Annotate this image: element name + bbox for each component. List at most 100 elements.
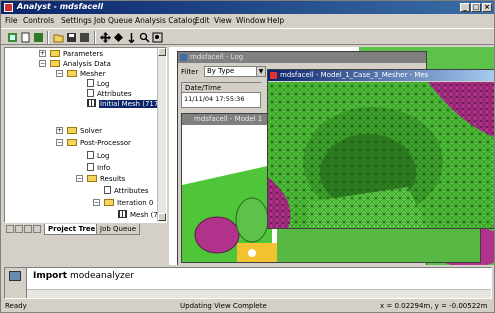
app-icon [4,3,13,12]
command-scrollbar[interactable] [27,289,491,298]
command-keyword: Import [33,271,68,281]
tree-item-results[interactable]: − Results [76,174,126,184]
save-icon[interactable] [66,32,77,43]
mdi-area: mdsfacell - Log Filter By Type ▼ Date/Ti… [169,47,494,265]
application-window: Analyst - mdsfacell _ □ × File Controls … [0,0,495,313]
window-title: Analyst - mdsfacell [17,2,104,11]
tree-item-analysis-data[interactable]: − Analysis Data [39,59,111,69]
tree-label: Log [97,80,110,88]
tree-label: Mesh (7 [130,211,158,219]
tree-item-pp-log[interactable]: Log [87,151,110,161]
tab-project-tree[interactable]: Project Tree [44,224,100,235]
minimize-button[interactable]: _ [460,3,470,12]
menu-analysis-catalog[interactable]: Analysis Catalog [135,16,197,25]
tree-label: Info [97,164,111,172]
tab-job-queue[interactable]: Job Queue [96,224,141,235]
tree-label: Iteration 0 [117,199,154,207]
menu-settings[interactable]: Settings [61,16,92,25]
tree-item-initial-mesh[interactable]: Initial Mesh (717 [87,99,160,109]
tree-item-iteration[interactable]: − Iteration 0 [93,198,154,208]
toolbar [1,28,494,45]
document-icon [87,89,94,97]
menu-edit[interactable]: Edit [195,16,210,25]
log-row[interactable]: 11/11/04 17:55:36 [184,95,244,103]
scroll-down-icon[interactable] [158,213,166,221]
tree-item-pp-info[interactable]: Info [87,163,110,173]
tree-label: Attributes [97,90,132,98]
mesh-icon [87,99,96,107]
command-line[interactable]: Import modeanalyzer [33,271,134,281]
rotate-icon[interactable] [113,32,124,43]
tree-scrollbar[interactable] [157,48,166,222]
document-icon [87,79,94,87]
document-icon [87,163,94,171]
tree-item-mesher[interactable]: − Mesher [56,69,106,79]
tab-prev-icon[interactable] [15,225,23,233]
tree-item-parameters[interactable]: + Parameters [39,49,104,59]
tree-label: Analysis Data [63,60,111,68]
tree-icon[interactable] [7,32,18,43]
move-icon[interactable] [100,32,111,43]
close-button[interactable]: × [482,3,492,12]
tree-item-res-attributes[interactable]: Attributes [104,186,149,196]
document-icon [104,186,111,194]
log-list[interactable]: Date/Time 11/11/04 17:55:36 [181,82,261,108]
tree-label: Initial Mesh (717 [99,100,160,108]
folder-icon [104,199,114,206]
log-window-title[interactable]: mdsfacell - Log [178,52,426,63]
panel-tabs: Project Tree Job Queue [4,224,167,236]
mesher-window-title[interactable]: mdsfacell - Model_1_Case_3_Mesher - Mes [268,70,494,81]
menu-job-queue[interactable]: Job Queue [94,16,133,25]
zoom-window-icon[interactable] [152,32,163,43]
tab-last-icon[interactable] [33,225,41,233]
tab-next-icon[interactable] [24,225,32,233]
filter-label: Filter [181,68,199,76]
tree-label: Solver [80,127,102,135]
folder-icon [67,70,77,77]
mesher-title-text: mdsfacell - Model_1_Case_3_Mesher - Mes [280,71,429,79]
mesher-3d-view[interactable] [268,82,494,229]
scroll-up-icon[interactable] [158,48,166,56]
mesh-icon [118,210,127,218]
menu-controls[interactable]: Controls [23,16,54,25]
command-area: Import modeanalyzer [4,267,492,299]
menu-help[interactable]: Help [267,16,284,25]
title-bar[interactable]: Analyst - mdsfacell _ □ × [1,1,494,14]
tree-label: Results [100,175,126,183]
window-icon [180,54,187,61]
tree-label: Log [97,152,110,160]
open-icon[interactable] [53,32,64,43]
tree-label: Mesher [80,70,106,78]
tree-label: Post-Processor [80,139,131,147]
menu-window[interactable]: Window [236,16,266,25]
stop-icon[interactable] [79,32,90,43]
tree-label: Attributes [114,187,149,195]
column-header-date[interactable]: Date/Time [182,83,261,93]
project-tree: + Parameters − Analysis Data − Mesher Log A… [4,47,167,223]
tree-item-mesh[interactable]: Mesh (7 [118,210,158,220]
tree-item-log[interactable]: Log [87,79,110,89]
tree-item-solver[interactable]: + Solver [56,126,102,136]
chevron-down-icon[interactable]: ▼ [256,67,265,76]
command-buttons [5,268,27,298]
window-icon [270,72,277,79]
menu-view[interactable]: View [214,16,232,25]
command-run-icon[interactable] [9,271,21,281]
new-icon[interactable] [20,32,31,43]
mesher-window[interactable]: mdsfacell - Model_1_Case_3_Mesher - Mes [267,69,494,229]
status-left: Ready [5,302,27,310]
toolbar-separator [94,31,96,44]
tab-first-icon[interactable] [6,225,14,233]
grid-icon[interactable] [33,32,44,43]
tree-label: Parameters [63,50,104,58]
tree-item-attributes[interactable]: Attributes [87,89,132,99]
menu-file[interactable]: File [5,16,18,25]
pan-icon[interactable] [126,32,137,43]
command-argument: modeanalyzer [69,271,135,281]
folder-icon [67,139,77,146]
tree-item-post-processor[interactable]: − Post-Processor [56,138,131,148]
maximize-button[interactable]: □ [471,3,481,12]
filter-select[interactable]: By Type ▼ [204,66,266,77]
menu-bar: File Controls Settings Job Queue Analysi… [1,15,494,27]
zoom-icon[interactable] [139,32,150,43]
